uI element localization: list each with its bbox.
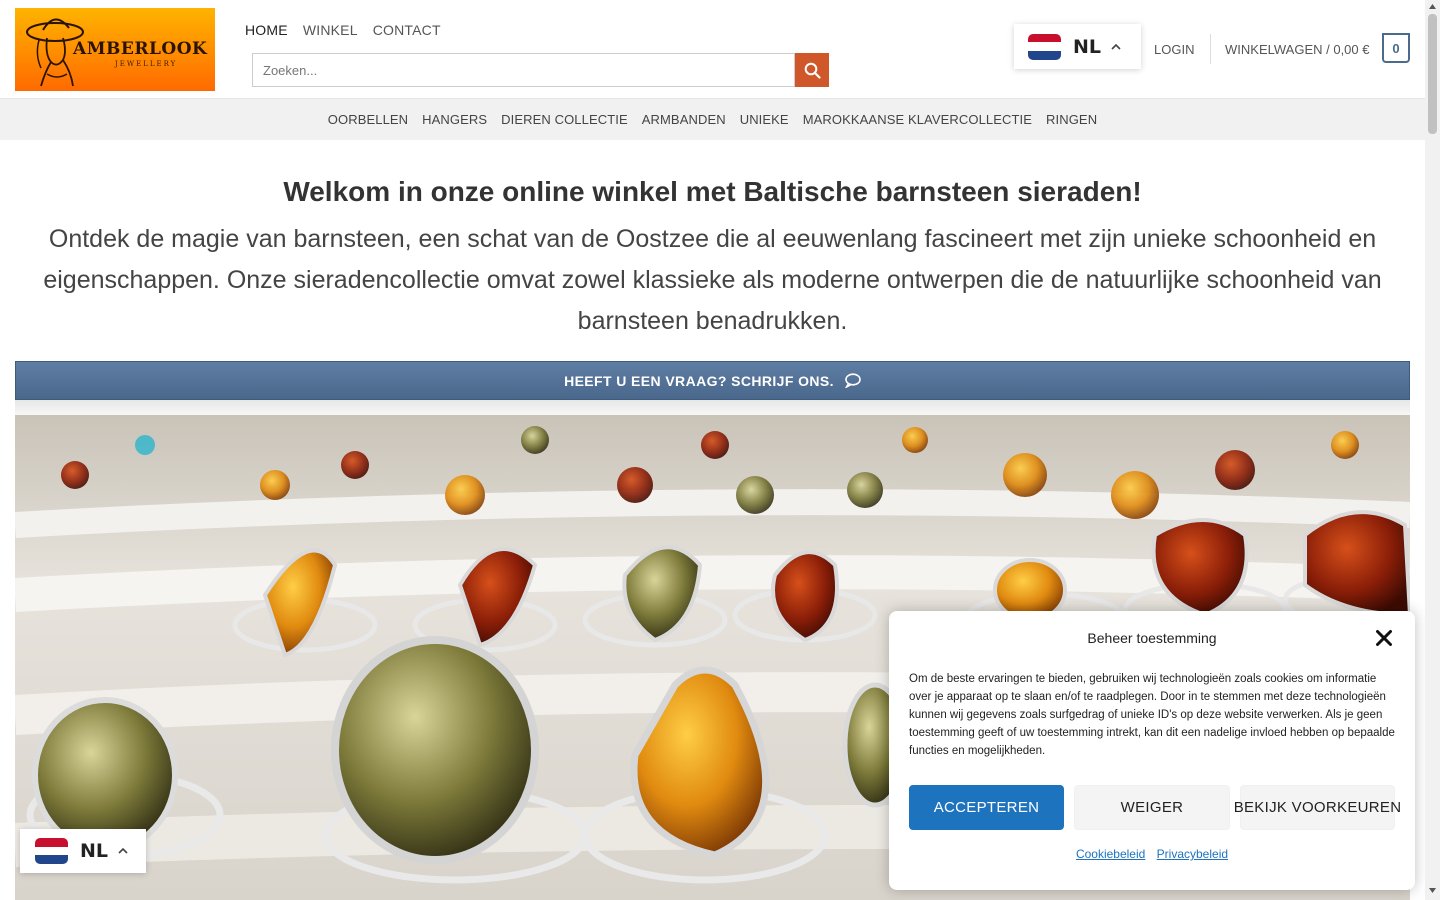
hero-text: Ontdek de magie van barnsteen, een schat…	[43, 225, 1382, 335]
site-header: AMBERLOOK JEWELLERY HOME WINKEL CONTACT …	[0, 0, 1425, 99]
question-label: HEEFT U EEN VRAAG? SCHRIJF ONS.	[564, 372, 834, 389]
logo-sub: JEWELLERY	[115, 60, 178, 68]
privacy-policy-link[interactable]: Privacybeleid	[1157, 847, 1228, 861]
chevron-up-icon	[118, 847, 128, 854]
top-nav: HOME WINKEL CONTACT	[245, 22, 456, 38]
search-button[interactable]	[795, 53, 829, 87]
cookie-links: Cookiebeleid Privacybeleid	[889, 847, 1415, 861]
view-preferences-button[interactable]: BEKIJK VOORKEUREN	[1234, 785, 1401, 830]
login-link[interactable]: LOGIN	[1154, 42, 1194, 57]
scroll-down-icon[interactable]	[1428, 886, 1437, 895]
page-scrollbar[interactable]	[1425, 0, 1440, 900]
accept-button[interactable]: ACCEPTEREN	[909, 785, 1064, 830]
logo-brand: AMBERLOOK	[73, 39, 208, 59]
question-bar-shadow	[15, 400, 1410, 415]
cart-count-badge[interactable]: 0	[1382, 33, 1410, 63]
category-dieren-collectie[interactable]: DIEREN COLLECTIE	[501, 112, 628, 127]
nav-winkel[interactable]: WINKEL	[303, 22, 358, 38]
header-divider	[1210, 34, 1211, 64]
language-code: NL	[80, 840, 109, 862]
language-switcher-top[interactable]: NL	[1014, 24, 1141, 69]
scrollbar-thumb[interactable]	[1428, 14, 1437, 134]
cookie-policy-link[interactable]: Cookiebeleid	[1076, 847, 1145, 861]
page: AMBERLOOK JEWELLERY HOME WINKEL CONTACT …	[0, 0, 1440, 900]
close-icon[interactable]	[1375, 629, 1393, 647]
category-oorbellen[interactable]: OORBELLEN	[328, 112, 408, 127]
language-code: NL	[1073, 35, 1102, 58]
category-nav: OORBELLEN HANGERS DIEREN COLLECTIE ARMBA…	[0, 99, 1425, 140]
deny-button[interactable]: WEIGER	[1074, 785, 1230, 830]
nav-contact[interactable]: CONTACT	[373, 22, 441, 38]
category-unieke[interactable]: UNIEKE	[740, 112, 789, 127]
chevron-up-icon	[1111, 43, 1121, 50]
cookie-body: Om de beste ervaringen te bieden, gebrui…	[909, 673, 1395, 757]
language-switcher-bottom[interactable]: NL	[20, 829, 146, 873]
netherlands-flag-icon	[35, 838, 68, 864]
netherlands-flag-icon	[1028, 33, 1061, 60]
search-form	[252, 53, 829, 87]
category-hangers[interactable]: HANGERS	[422, 112, 487, 127]
category-marokkaanse-klavercollectie[interactable]: MAROKKAANSE KLAVERCOLLECTIE	[803, 112, 1032, 127]
chat-bubble-icon	[845, 373, 861, 388]
search-icon	[804, 62, 821, 79]
question-button[interactable]: HEEFT U EEN VRAAG? SCHRIJF ONS.	[15, 361, 1410, 400]
hero-title: Welkom in onze online winkel met Baltisc…	[283, 176, 1142, 207]
cookie-title: Beheer toestemming	[1087, 630, 1217, 646]
scroll-up-icon[interactable]	[1428, 2, 1437, 11]
search-input[interactable]	[252, 53, 795, 87]
cookie-consent-dialog: Beheer toestemming Om de beste ervaringe…	[889, 611, 1415, 890]
cart-link[interactable]: WINKELWAGEN / 0,00 €	[1225, 42, 1370, 57]
category-armbanden[interactable]: ARMBANDEN	[642, 112, 726, 127]
nav-home[interactable]: HOME	[245, 22, 288, 38]
category-ringen[interactable]: RINGEN	[1046, 112, 1097, 127]
site-logo[interactable]: AMBERLOOK JEWELLERY	[15, 8, 215, 91]
